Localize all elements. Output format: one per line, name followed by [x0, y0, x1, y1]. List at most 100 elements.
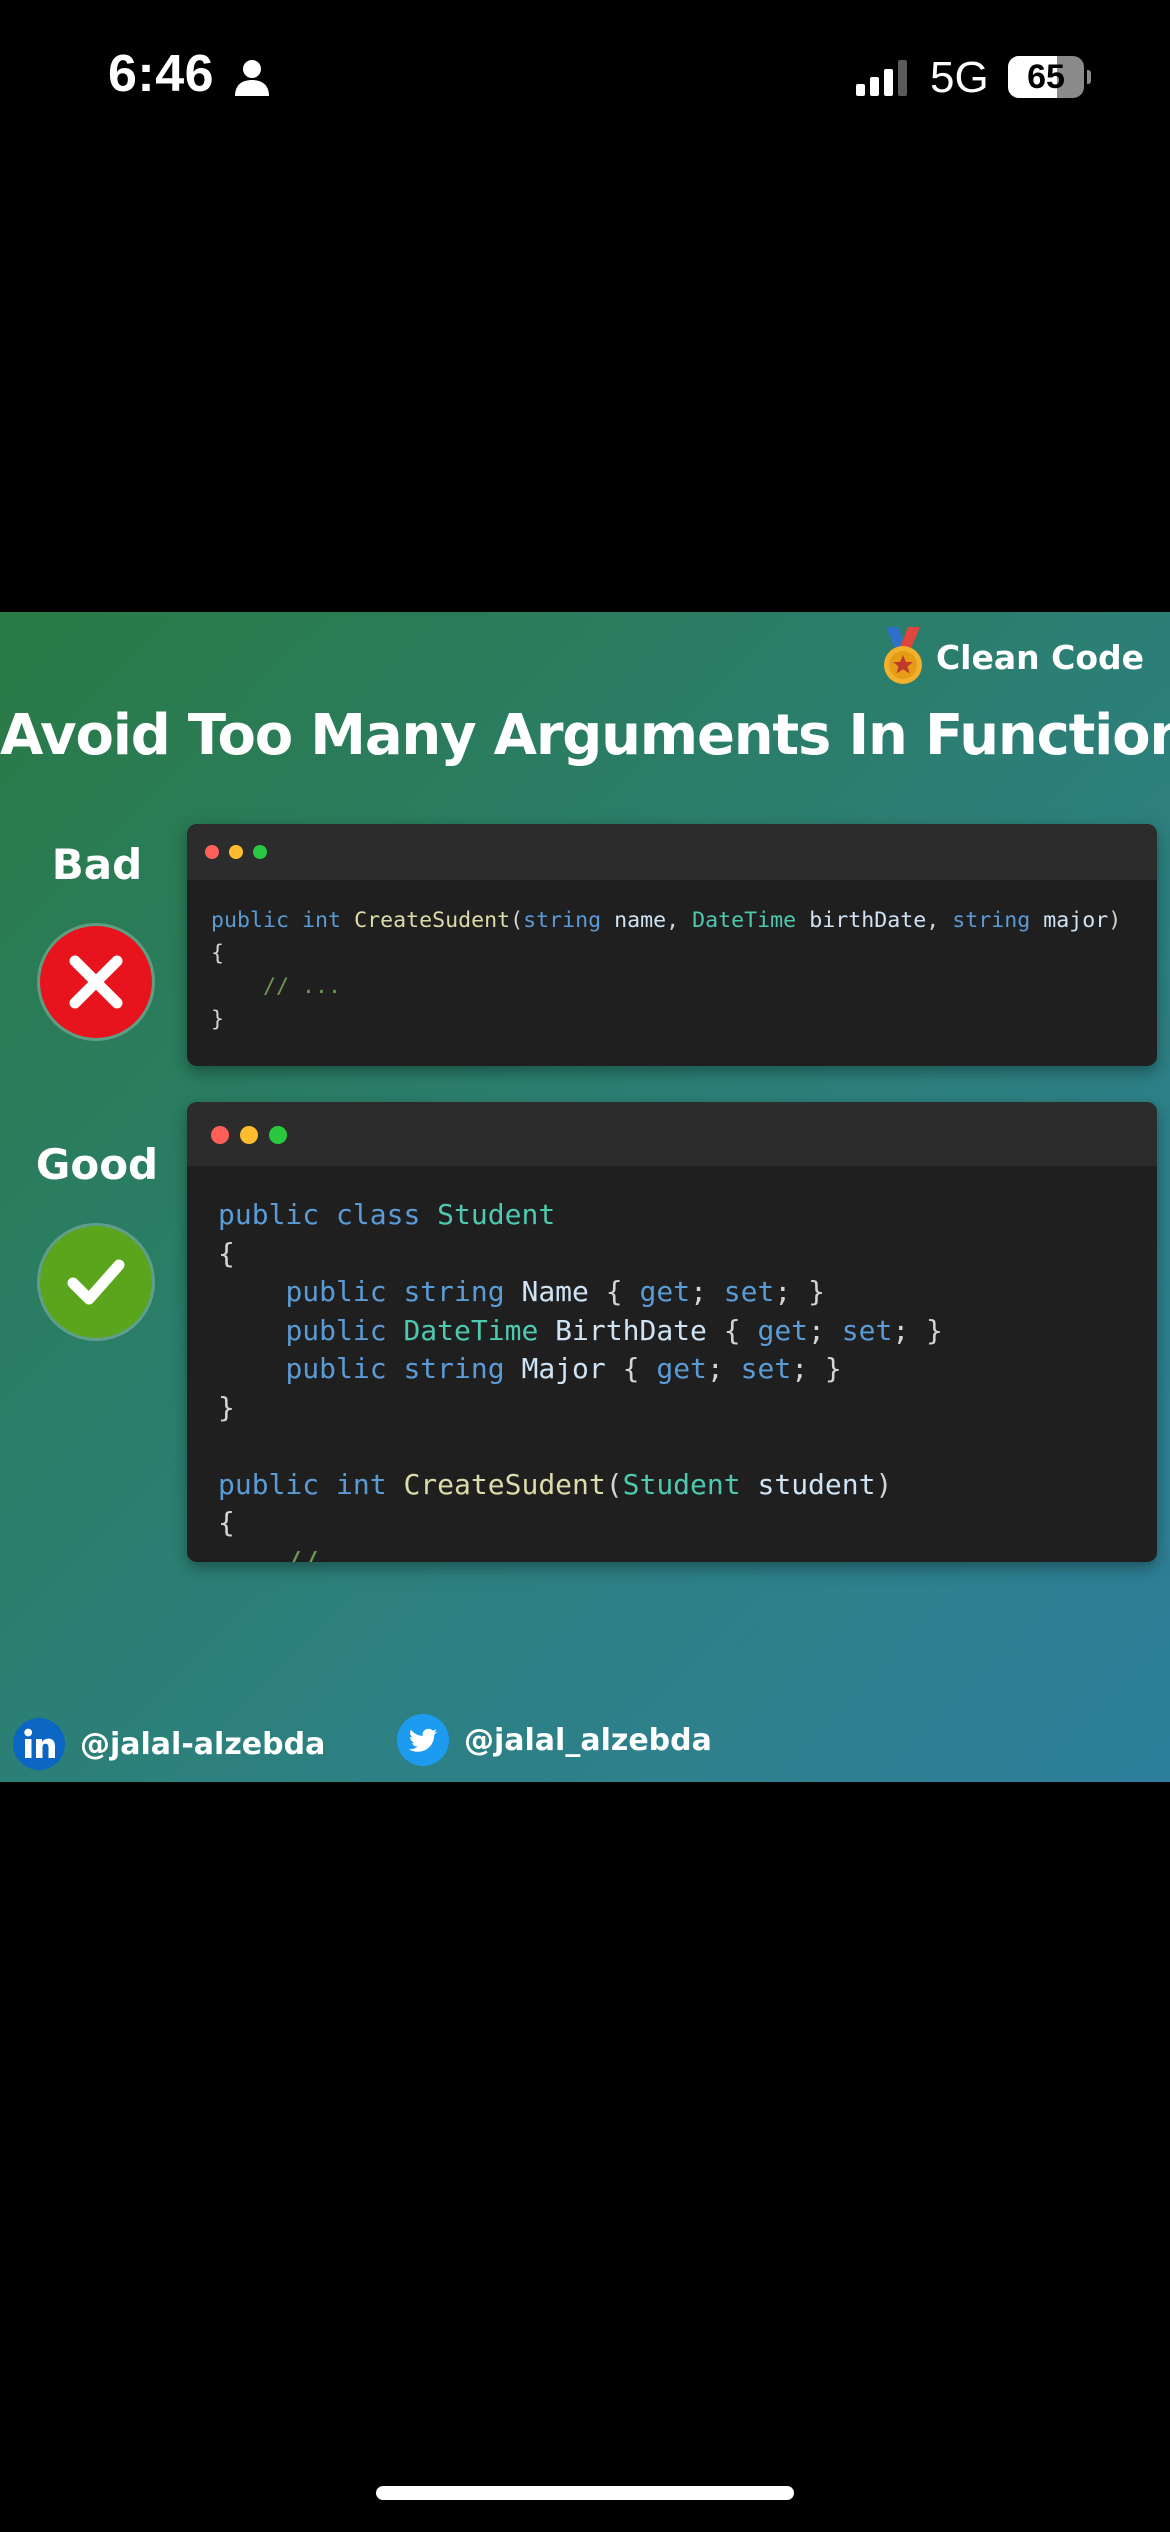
- code-line: public class Student: [218, 1196, 943, 1235]
- code-line: public int CreateSudent(string name, Dat…: [211, 904, 1121, 937]
- code-keyword: string: [523, 908, 602, 933]
- code-line: }: [218, 1390, 235, 1424]
- code-keyword: get: [656, 1352, 707, 1385]
- code-line: {: [218, 1236, 235, 1270]
- code-punct: (: [605, 1467, 623, 1501]
- status-time: 6:46: [108, 45, 215, 103]
- x-icon: [69, 955, 123, 1009]
- code-punct: {: [622, 1352, 640, 1385]
- code-type: DateTime: [692, 908, 797, 933]
- code-keyword: get: [639, 1275, 691, 1308]
- code-line: public string Major { get; set; }: [218, 1350, 943, 1389]
- maximize-dot: [269, 1126, 287, 1144]
- linkedin-icon: [13, 1718, 65, 1770]
- network-type: 5G: [930, 53, 989, 102]
- code-ident: Major: [521, 1352, 606, 1385]
- code-keyword: int: [302, 908, 342, 933]
- twitter-link[interactable]: @jalal_alzebda: [396, 1710, 712, 1770]
- code-type: DateTime: [403, 1313, 539, 1347]
- code-punct: ): [875, 1467, 893, 1501]
- bad-badge: [40, 926, 152, 1038]
- code-keyword: public: [218, 1198, 320, 1231]
- battery-icon: 65: [1008, 56, 1091, 98]
- code-line: public DateTime BirthDate { get; set; }: [218, 1312, 943, 1351]
- code-punct: (: [510, 908, 524, 933]
- linkedin-link[interactable]: @jalal-alzebda: [12, 1714, 325, 1774]
- code-ident: Name: [521, 1275, 589, 1308]
- code-comment: // ...: [218, 1544, 387, 1563]
- battery-level: 65: [1027, 58, 1065, 96]
- code-keyword: int: [336, 1467, 387, 1501]
- code-line: {: [211, 941, 225, 966]
- twitter-handle: @jalal_alzebda: [464, 1722, 712, 1758]
- code-line: public string Name { get; set; }: [218, 1273, 943, 1312]
- code-ident: birthDate: [809, 908, 927, 933]
- code-punct: ; }: [892, 1313, 943, 1347]
- status-bar: 6:46 5G 65: [0, 0, 1170, 150]
- home-indicator[interactable]: [376, 2486, 794, 2500]
- good-code-window: public class Student{ public string Name…: [187, 1102, 1157, 1562]
- code-keyword: public: [285, 1275, 387, 1308]
- signal-bars-icon: [856, 60, 907, 96]
- brand-badge: Clean Code: [880, 622, 1144, 692]
- code-keyword: class: [336, 1198, 421, 1231]
- code-punct: ;: [706, 1352, 724, 1385]
- bad-label: Bad: [51, 840, 143, 889]
- code-keyword: string: [403, 1275, 505, 1308]
- code-keyword: set: [841, 1313, 893, 1347]
- post-title: Avoid Too Many Arguments In Functions: [0, 703, 1170, 768]
- code-ident: BirthDate: [555, 1313, 707, 1347]
- code-ident: student: [757, 1467, 876, 1501]
- minimize-dot: [229, 845, 243, 859]
- bad-window-titlebar: [187, 824, 1157, 880]
- close-dot: [205, 845, 219, 859]
- code-keyword: public: [285, 1313, 387, 1347]
- good-code-block: public class Student{ public string Name…: [218, 1196, 943, 1562]
- code-keyword: set: [723, 1275, 775, 1308]
- code-punct: ;: [808, 1313, 825, 1347]
- code-line: public int CreateSudent(Student student): [218, 1466, 943, 1505]
- medal-icon: [883, 627, 922, 684]
- code-keyword: get: [757, 1313, 809, 1347]
- code-punct: ; }: [774, 1275, 825, 1308]
- battery-body: 65: [1008, 56, 1084, 98]
- code-keyword: public: [211, 908, 290, 933]
- post-image[interactable]: Clean Code Avoid Too Many Arguments In F…: [0, 612, 1170, 1782]
- phone-screen: 6:46 5G 65 Clean Code Avoid Too Many Arg…: [0, 0, 1170, 2532]
- good-label: Good: [35, 1140, 159, 1189]
- code-keyword: public: [218, 1467, 320, 1501]
- code-punct: ;: [690, 1275, 707, 1308]
- code-punct: ,: [926, 908, 940, 933]
- bad-code-window: public int CreateSudent(string name, Dat…: [187, 824, 1157, 1066]
- good-window-titlebar: [187, 1102, 1157, 1166]
- code-punct: ; }: [791, 1352, 842, 1385]
- person-icon: [235, 60, 269, 96]
- maximize-dot: [253, 845, 267, 859]
- code-punct: {: [723, 1313, 741, 1347]
- linkedin-handle: @jalal-alzebda: [80, 1726, 326, 1762]
- code-punct: ,: [666, 908, 680, 933]
- code-function: CreateSudent: [403, 1467, 606, 1501]
- code-keyword: string: [403, 1352, 505, 1385]
- code-keyword: public: [285, 1352, 387, 1385]
- minimize-dot: [240, 1126, 258, 1144]
- code-keyword: set: [740, 1352, 792, 1385]
- code-type: Student: [437, 1198, 556, 1231]
- code-type: Student: [622, 1467, 741, 1501]
- bad-code-block: public int CreateSudent(string name, Dat…: [211, 904, 1121, 1036]
- code-comment: // ...: [211, 974, 342, 999]
- brand-label: Clean Code: [935, 637, 1144, 677]
- code-punct: {: [605, 1275, 623, 1308]
- code-ident: major: [1043, 908, 1109, 933]
- code-line: {: [218, 1506, 235, 1539]
- code-function: CreateSudent: [354, 908, 511, 933]
- code-keyword: string: [952, 908, 1031, 933]
- code-line: }: [211, 1007, 225, 1032]
- close-dot: [211, 1126, 229, 1144]
- battery-tip: [1087, 70, 1091, 84]
- checkmark-icon: [67, 1259, 125, 1305]
- good-badge: [40, 1226, 152, 1338]
- code-ident: name: [614, 908, 667, 933]
- twitter-icon: [397, 1714, 449, 1766]
